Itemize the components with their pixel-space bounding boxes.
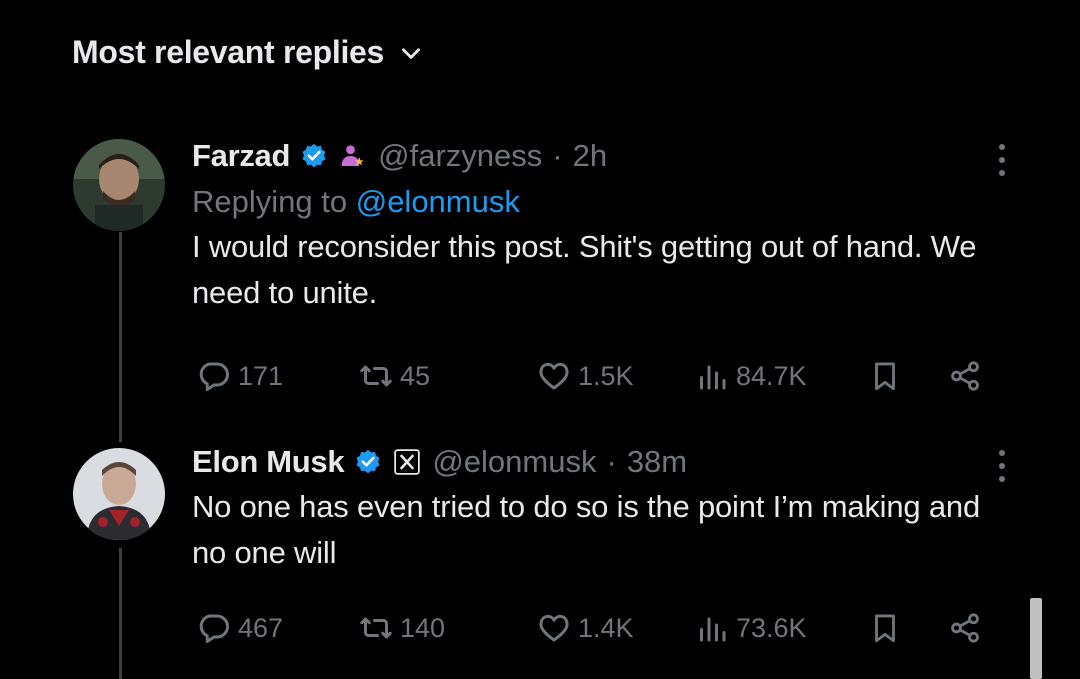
reply-button[interactable]: 171 (196, 354, 283, 398)
repost-count: 140 (400, 612, 446, 643)
tweet-header: Elon Musk @elonmusk · 38m (192, 442, 1012, 482)
verified-badge-icon (302, 143, 326, 168)
bookmark-button[interactable] (868, 606, 902, 650)
replying-to-link[interactable]: @elonmusk (356, 184, 520, 219)
repost-button[interactable]: 45 (358, 354, 430, 398)
x-affiliate-badge-icon (394, 449, 421, 475)
timestamp[interactable]: 38m (627, 444, 687, 480)
scrollbar-thumb[interactable] (1030, 598, 1042, 679)
timestamp[interactable]: 2h (573, 138, 607, 174)
tweet-text: No one has even tried to do so is the po… (192, 489, 980, 570)
view-count: 73.6K (736, 612, 807, 643)
like-button[interactable]: 1.5K (536, 354, 634, 398)
avatar-elon-musk[interactable] (73, 448, 165, 540)
sort-replies-dropdown[interactable]: Most relevant replies (72, 34, 424, 71)
views-button[interactable]: 84.7K (694, 354, 807, 398)
share-icon (951, 613, 979, 643)
reply-icon (199, 362, 229, 391)
sort-label: Most relevant replies (72, 34, 385, 70)
like-count: 1.5K (578, 360, 634, 391)
bookmark-icon (875, 614, 895, 643)
chevron-down-icon (402, 47, 421, 59)
thread-connector-line (119, 232, 122, 442)
heart-icon (539, 362, 569, 390)
bookmark-icon (875, 362, 895, 391)
analytics-icon (700, 617, 726, 642)
share-button[interactable] (948, 606, 982, 650)
thread-connector-line (119, 548, 122, 679)
tweet-actions: 171 45 1.5K 84.7K (192, 354, 992, 398)
subscriber-badge-icon (341, 145, 364, 166)
user-handle[interactable]: @farzyness (378, 138, 542, 174)
reply-count: 467 (238, 612, 284, 643)
views-button[interactable]: 73.6K (694, 606, 807, 650)
share-icon (951, 361, 979, 391)
user-handle[interactable]: @elonmusk (432, 444, 596, 480)
display-name[interactable]: Elon Musk (192, 444, 345, 480)
like-button[interactable]: 1.4K (536, 606, 634, 650)
repost-button[interactable]: 140 (358, 606, 445, 650)
repost-icon (360, 365, 392, 387)
more-options-icon[interactable] (992, 140, 1012, 180)
replying-prefix: Replying to (192, 184, 348, 219)
tweet-actions: 467 140 1.4K 73.6K (192, 606, 992, 650)
reply-tweet[interactable]: Farzad @farzyness · 2h Replying to @elon… (192, 136, 1012, 316)
more-options-icon[interactable] (992, 446, 1012, 486)
repost-icon (360, 617, 392, 639)
replies-page: Most relevant replies Farzad @farzyness … (0, 0, 1080, 679)
reply-button[interactable]: 467 (196, 606, 283, 650)
bookmark-button[interactable] (868, 354, 902, 398)
separator-dot: · (606, 444, 617, 479)
share-button[interactable] (948, 354, 982, 398)
heart-icon (539, 614, 569, 642)
reply-count: 171 (238, 360, 284, 391)
analytics-icon (700, 365, 726, 390)
display-name[interactable]: Farzad (192, 138, 290, 174)
avatar-farzad[interactable] (73, 139, 165, 231)
reply-tweet[interactable]: Elon Musk @elonmusk · 38m No one has eve… (192, 442, 1012, 576)
verified-badge-icon (356, 449, 380, 474)
replying-to: Replying to @elonmusk (192, 184, 1012, 220)
separator-dot: · (552, 138, 563, 173)
tweet-header: Farzad @farzyness · 2h (192, 136, 1012, 176)
like-count: 1.4K (578, 612, 634, 643)
reply-icon (199, 614, 229, 643)
repost-count: 45 (400, 360, 431, 391)
tweet-text: I would reconsider this post. Shit's get… (192, 229, 977, 310)
view-count: 84.7K (736, 360, 807, 391)
